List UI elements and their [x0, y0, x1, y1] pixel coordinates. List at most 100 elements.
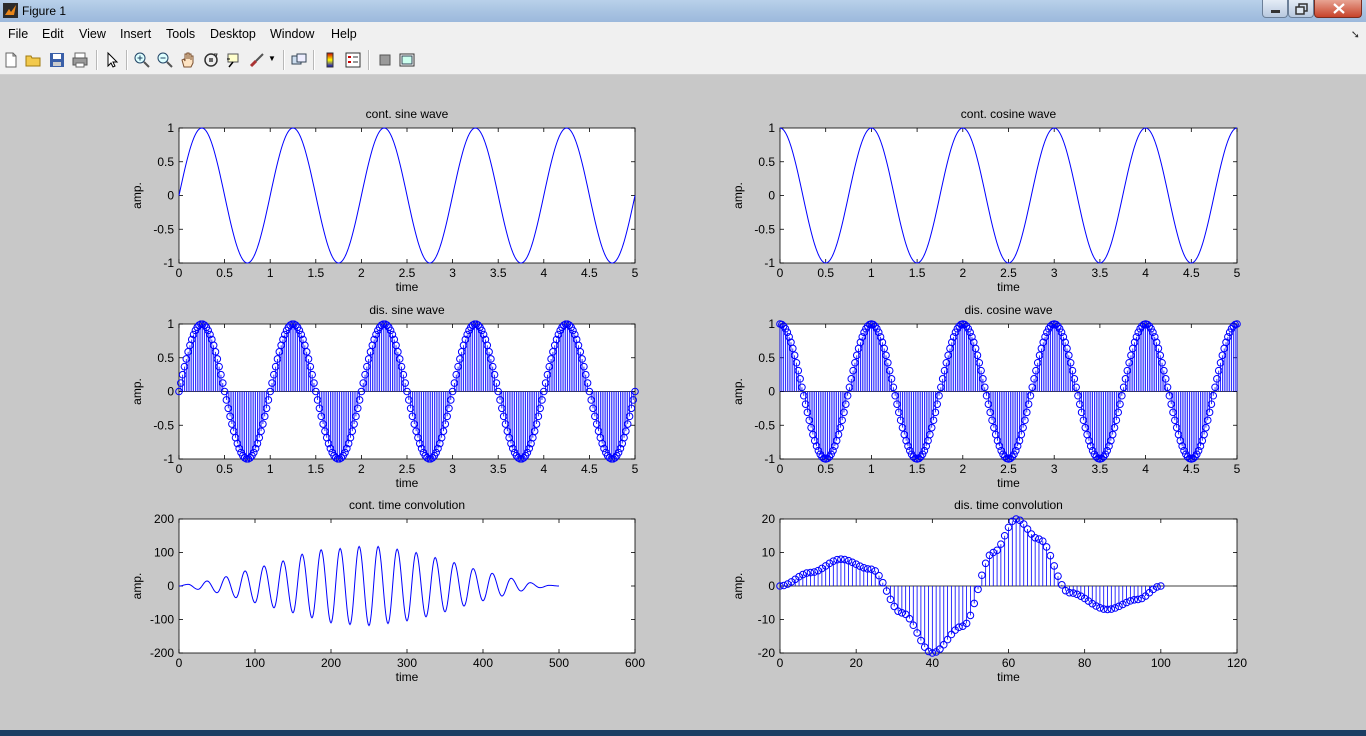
- menu-tools[interactable]: Tools: [166, 27, 195, 41]
- x-tick-label: 0: [176, 656, 183, 670]
- zoom-in-icon[interactable]: [133, 51, 151, 69]
- brush-icon[interactable]: [248, 51, 266, 69]
- y-tick-label: 0: [167, 189, 174, 203]
- x-tick-label: 0.5: [817, 462, 834, 476]
- restore-button[interactable]: [1288, 0, 1314, 18]
- y-tick-label: 0: [167, 579, 174, 593]
- y-tick-label: 200: [154, 512, 174, 526]
- y-tick-label: 0: [167, 385, 174, 399]
- x-tick-label: 0: [176, 266, 183, 280]
- y-tick-label: 1: [167, 317, 174, 331]
- matlab-app-icon: [3, 3, 18, 18]
- brush-dropdown-chevron-icon[interactable]: ▼: [268, 54, 276, 63]
- x-tick-label: 0: [777, 462, 784, 476]
- print-icon[interactable]: [71, 51, 89, 69]
- chart-title: dis. time convolution: [954, 498, 1063, 512]
- x-tick-label: 2: [358, 266, 365, 280]
- menu-help[interactable]: Help: [331, 27, 357, 41]
- close-button[interactable]: [1314, 0, 1362, 18]
- x-tick-label: 300: [397, 656, 417, 670]
- chart-title: cont. cosine wave: [961, 107, 1057, 121]
- menu-desktop[interactable]: Desktop: [210, 27, 256, 41]
- y-tick-label: 100: [154, 546, 174, 560]
- x-axis-label: time: [396, 476, 419, 490]
- legend-icon[interactable]: [344, 51, 362, 69]
- window-title: Figure 1: [22, 4, 67, 18]
- x-axis-label: time: [997, 670, 1020, 684]
- x-tick-label: 0.5: [216, 266, 233, 280]
- toolbar-separator: [96, 50, 98, 70]
- y-tick-label: -1: [163, 452, 174, 466]
- toolbar-separator: [283, 50, 285, 70]
- chart-dis-sine: 0 0.5 1 1.5 2 2.5 3 3.5 4 4.5 5 -1 -0.5 0 0.5 1 dis. sin…: [130, 303, 639, 490]
- dock-chevron-icon[interactable]: ➘: [1351, 28, 1360, 41]
- x-tick-label: 4.5: [1183, 462, 1200, 476]
- save-icon[interactable]: [48, 51, 66, 69]
- link-plot-icon[interactable]: [290, 51, 308, 69]
- y-tick-label: 1: [167, 121, 174, 135]
- x-tick-label: 200: [321, 656, 341, 670]
- x-tick-label: 1: [868, 462, 875, 476]
- x-tick-label: 5: [632, 266, 639, 280]
- y-tick-label: 0.5: [157, 155, 174, 169]
- x-tick-label: 3: [449, 462, 456, 476]
- pointer-icon[interactable]: [103, 51, 121, 69]
- y-tick-label: -1: [764, 452, 775, 466]
- toolbar-separator: [126, 50, 128, 70]
- y-tick-label: 0: [768, 385, 775, 399]
- menu-insert[interactable]: Insert: [120, 27, 151, 41]
- chart-title: cont. sine wave: [366, 107, 449, 121]
- x-tick-label: 4: [540, 462, 547, 476]
- x-tick-label: 2: [959, 266, 966, 280]
- chart-cont-conv: 0 100 200 300 400 500 600 -200 -100 0 100 200 cont. …: [130, 498, 645, 684]
- menu-edit[interactable]: Edit: [42, 27, 64, 41]
- x-tick-label: 40: [926, 656, 940, 670]
- x-tick-label: 5: [632, 462, 639, 476]
- menu-view[interactable]: View: [79, 27, 106, 41]
- y-tick-label: 0: [768, 579, 775, 593]
- windows-taskbar: [0, 730, 1366, 736]
- chart-title: dis. cosine wave: [964, 303, 1052, 317]
- chart-title: dis. sine wave: [369, 303, 445, 317]
- x-tick-label: 0.5: [216, 462, 233, 476]
- colorbar-icon[interactable]: [321, 51, 339, 69]
- zoom-out-icon[interactable]: [156, 51, 174, 69]
- x-tick-label: 3.5: [1092, 266, 1109, 280]
- x-tick-label: 400: [473, 656, 493, 670]
- x-tick-label: 5: [1234, 266, 1241, 280]
- chart-cont-cosine: 0 0.5 1 1.5 2 2.5 3 3.5 4 4.5 5 -1 -0.5 0 0.5 1 cont. co…: [731, 107, 1241, 294]
- y-tick-label: -0.5: [153, 222, 174, 236]
- y-axis-label: amp.: [130, 378, 144, 405]
- x-tick-label: 500: [549, 656, 569, 670]
- chart-dis-conv: 0 20 40 60 80 100 120 -20 -10 0 10 20 dis. time conv…: [731, 498, 1247, 684]
- data-cursor-icon[interactable]: [225, 51, 243, 69]
- y-axis-label: amp.: [130, 182, 144, 209]
- figure-canvas: 0 0.5 1 1.5 2 2.5 3 3.5 4 4.5 5 -1 -0.5 0 0.5 1 cont. si…: [0, 75, 1366, 730]
- y-tick-label: -100: [150, 613, 174, 627]
- x-tick-label: 1: [267, 266, 274, 280]
- rotate-3d-icon[interactable]: [202, 51, 220, 69]
- restore-icon: [1295, 3, 1308, 15]
- show-plot-tools-icon[interactable]: [398, 51, 416, 69]
- x-tick-label: 80: [1078, 656, 1092, 670]
- pan-hand-icon[interactable]: [179, 51, 197, 69]
- x-tick-label: 2.5: [1000, 266, 1017, 280]
- x-tick-label: 60: [1002, 656, 1016, 670]
- y-axis-label: amp.: [731, 182, 745, 209]
- y-tick-label: 10: [762, 546, 776, 560]
- menu-file[interactable]: File: [8, 27, 28, 41]
- axes-box: [178, 518, 636, 654]
- minimize-button[interactable]: [1262, 0, 1288, 18]
- menu-window[interactable]: Window: [270, 27, 314, 41]
- open-file-icon[interactable]: [24, 51, 42, 69]
- y-tick-label: -1: [764, 256, 775, 270]
- hide-plot-tools-icon[interactable]: [376, 51, 394, 69]
- x-axis-label: time: [997, 280, 1020, 294]
- x-tick-label: 3: [449, 266, 456, 280]
- x-tick-label: 3.5: [490, 462, 507, 476]
- x-tick-label: 2: [358, 462, 365, 476]
- title-bar[interactable]: Figure 1: [0, 0, 1366, 22]
- x-tick-label: 1: [267, 462, 274, 476]
- x-tick-label: 4.5: [581, 462, 598, 476]
- new-figure-icon[interactable]: [2, 51, 20, 69]
